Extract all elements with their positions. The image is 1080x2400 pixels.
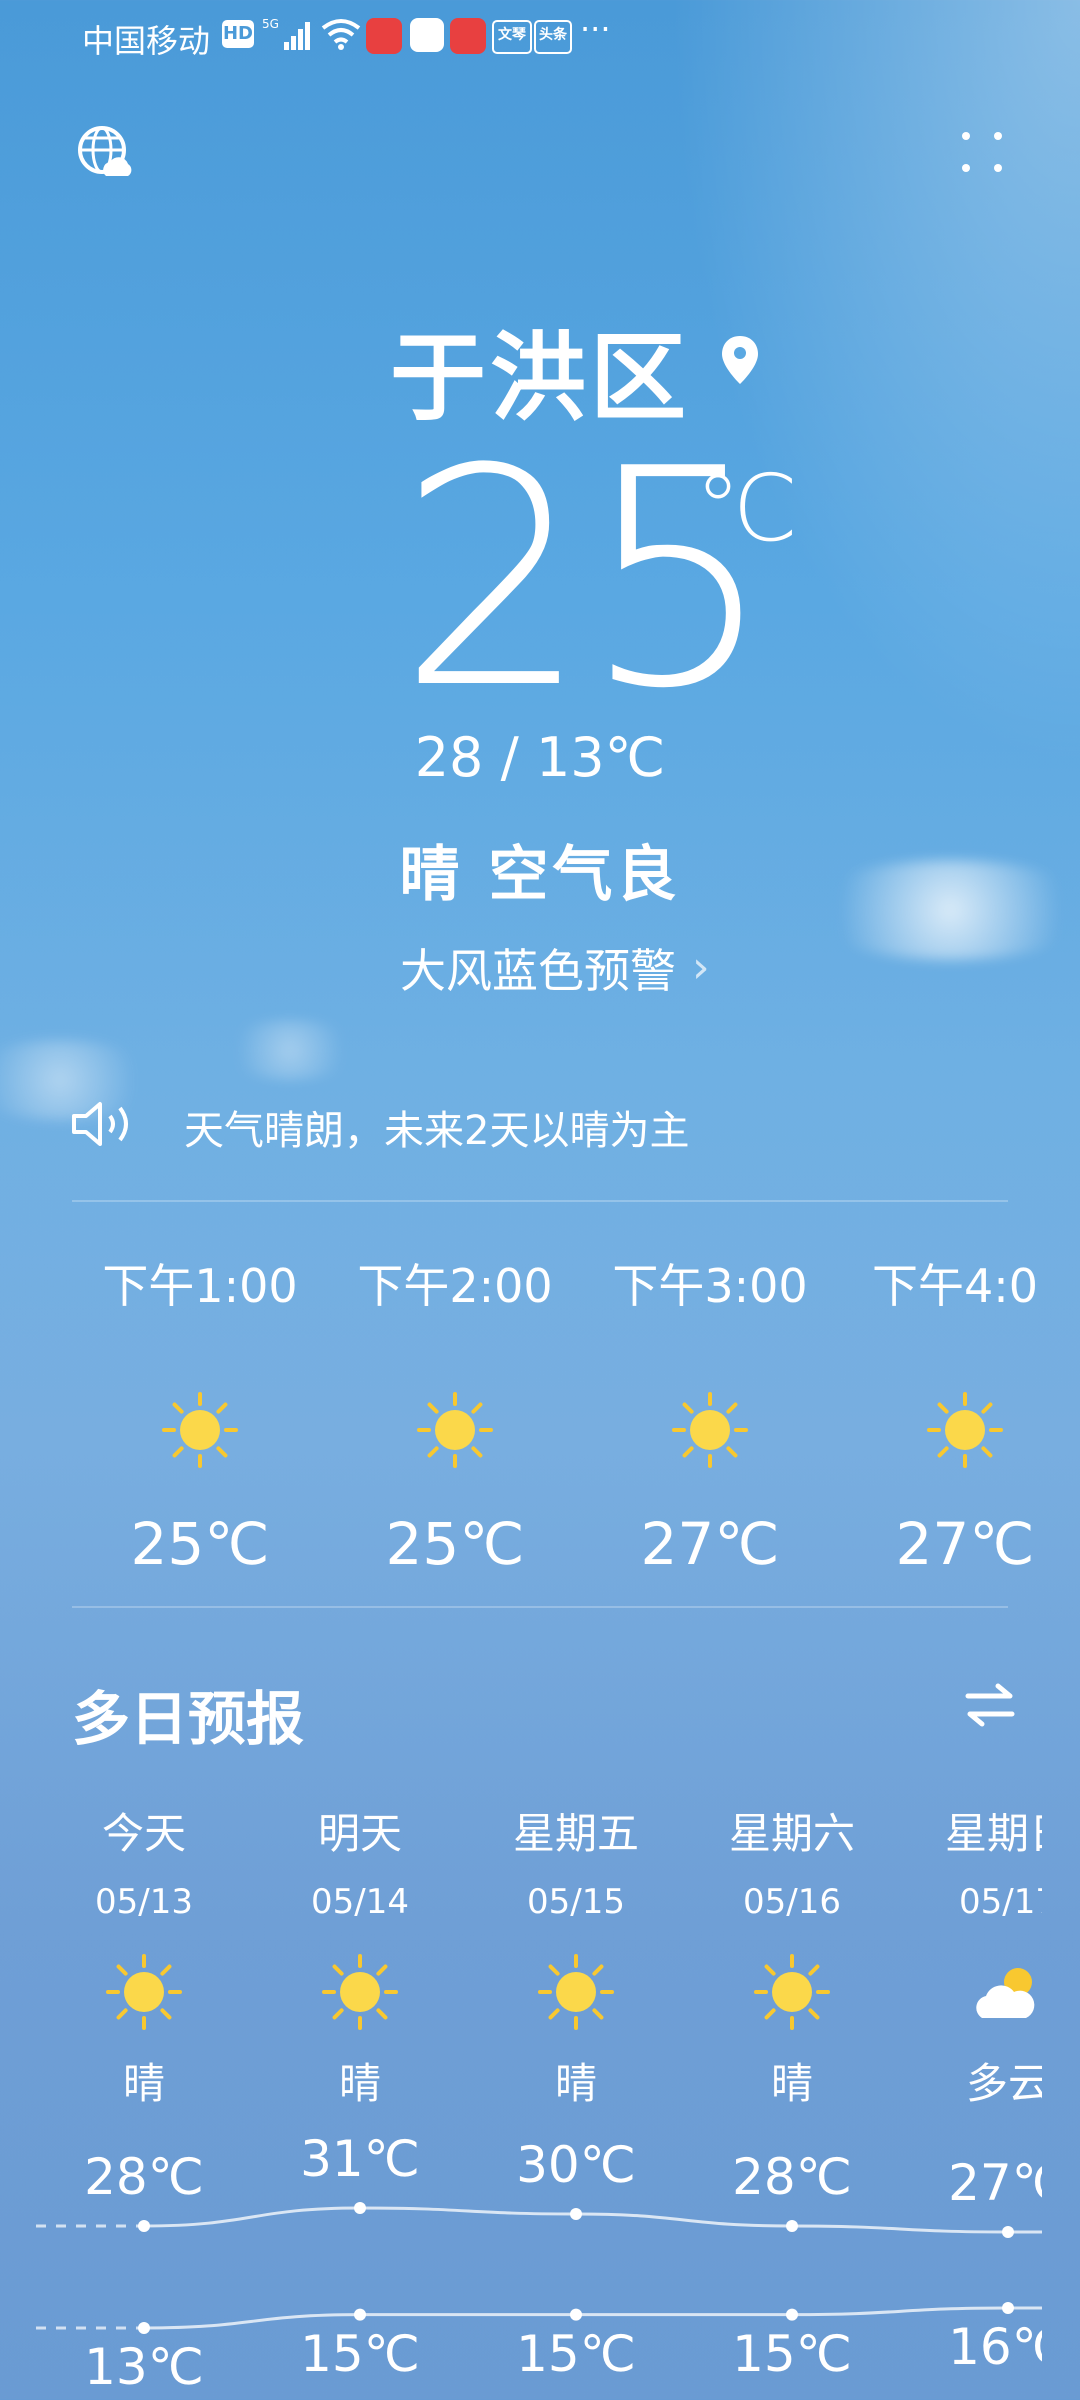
divider: [72, 1606, 1008, 1608]
carrier-label: 中国移动: [82, 22, 211, 60]
hour-temp: 25℃: [130, 1510, 270, 1578]
hour-time: 下午3:00: [612, 1259, 808, 1313]
hour-temp: 27℃: [895, 1510, 1035, 1578]
divider: [72, 1200, 1008, 1202]
temperature-trend: [36, 2202, 1042, 2334]
low-temp-line-point: [786, 2308, 798, 2321]
high-temp-line-point: [1002, 2226, 1014, 2238]
hour-temp: 27℃: [640, 1510, 780, 1578]
app-notification-icon: [366, 18, 402, 54]
high-temp-line-point: [786, 2220, 798, 2232]
background-cloud: [220, 1020, 360, 1080]
high-temp-line: [143, 2206, 1042, 2234]
hour-time: 下午4:00: [872, 1259, 1040, 1313]
high-temp-line-point: [138, 2220, 150, 2232]
hourly-forecast[interactable]: 下午1:00 25℃ 下午2:00 25℃ 下午3:00 27℃ 下午4:00 …: [0, 1250, 1040, 1590]
sun-icon: [672, 1392, 748, 1468]
shopping-bag-icon: [410, 18, 444, 52]
wifi-icon: [321, 19, 361, 50]
weather-warning-link[interactable]: 大风蓝色预警: [400, 935, 676, 1001]
sun-icon: [417, 1392, 493, 1468]
low-temp-line-point: [138, 2322, 150, 2334]
swap-view-icon[interactable]: [962, 1680, 1018, 1730]
hour-temp: 25℃: [385, 1510, 525, 1578]
sun-icon: [162, 1392, 238, 1468]
signal-icon: 5G: [262, 17, 310, 50]
more-options-icon[interactable]: [958, 128, 1006, 176]
temperature-range: 28 / 13℃: [414, 726, 666, 789]
status-bar: 中国移动 HD 5G 文琴 头条 ···: [0, 0, 1080, 72]
app-badge-text: 头条: [534, 20, 572, 54]
speaker-icon[interactable]: [70, 1100, 136, 1148]
city-manage-icon[interactable]: [76, 124, 136, 184]
low-temp-line-point: [354, 2308, 366, 2321]
weather-summary: 天气晴朗，未来2天以晴为主: [184, 1108, 690, 1154]
forecast-title: 多日预报: [72, 1685, 305, 1753]
app-notification-icon: [450, 18, 486, 54]
low-temp-line-point: [570, 2308, 582, 2321]
high-temp-line-point: [354, 2202, 366, 2214]
more-notifications: ···: [580, 10, 611, 48]
app-badge-text: 文琴: [492, 20, 532, 54]
low-temp-line: [143, 2306, 1042, 2330]
hour-time: 下午1:00: [102, 1259, 298, 1313]
low-temp-line-point: [1002, 2302, 1014, 2314]
high-temp-line-point: [570, 2208, 582, 2220]
condition-air-quality[interactable]: 晴 空气良: [0, 826, 1080, 913]
sun-icon: [927, 1392, 1003, 1468]
hd-badge: HD: [222, 20, 254, 48]
temperature-unit: ℃: [695, 455, 799, 562]
hour-time: 下午2:00: [357, 1259, 553, 1313]
network-label: 5G: [262, 17, 279, 31]
location-pin-icon: [722, 336, 758, 384]
chevron-right-icon: ›: [692, 942, 710, 993]
